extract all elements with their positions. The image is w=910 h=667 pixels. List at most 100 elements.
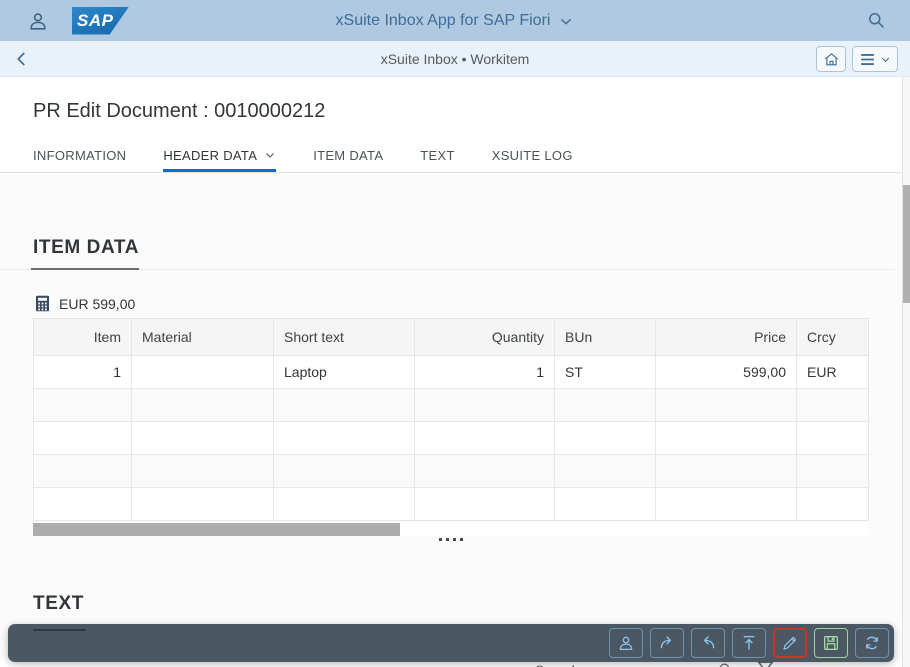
upload-button[interactable] xyxy=(732,628,766,658)
table-cell xyxy=(132,488,274,521)
table-cell xyxy=(797,389,869,422)
chevron-down-icon xyxy=(880,54,891,65)
table-header-row: ItemMaterialShort textQuantityBUnPriceCr… xyxy=(34,319,869,356)
tab-item-data[interactable]: ITEM DATA xyxy=(313,140,383,172)
table-cell xyxy=(555,422,656,455)
forward-icon xyxy=(658,634,676,652)
home-button[interactable] xyxy=(816,46,846,72)
column-header-material: Material xyxy=(132,319,274,356)
upload-icon xyxy=(740,634,758,652)
table-cell xyxy=(274,455,415,488)
table-cell xyxy=(656,488,797,521)
tab-header-data[interactable]: HEADER DATA xyxy=(163,140,276,172)
text-heading-underline xyxy=(33,629,86,631)
assign-user-button[interactable] xyxy=(609,628,643,658)
edit-button[interactable] xyxy=(773,628,807,658)
table-cell xyxy=(415,488,555,521)
vertical-scrollbar-thumb[interactable] xyxy=(903,185,910,303)
total-amount: EUR 599,00 xyxy=(59,296,135,312)
app-screen: SAP xSuite Inbox App for SAP Fiori xSuit… xyxy=(0,0,910,667)
search-input[interactable]: Search xyxy=(535,662,579,667)
tab-strip: INFORMATION HEADER DATA ITEM DATA TEXT X… xyxy=(0,140,902,173)
page-title: PR Edit Document : 0010000212 xyxy=(33,100,902,123)
table-row[interactable]: 1Laptop1ST599,00EUR xyxy=(34,356,869,389)
footer-toolbar xyxy=(8,624,894,662)
table-cell xyxy=(656,422,797,455)
content-area: ITEM DATA EUR 599,00 ItemMaterialShort t… xyxy=(0,237,902,615)
table-cell xyxy=(555,389,656,422)
total-amount-row: EUR 599,00 xyxy=(35,295,902,312)
column-header-price: Price xyxy=(656,319,797,356)
table-cell: 599,00 xyxy=(656,356,797,389)
table-cell xyxy=(797,488,869,521)
table-cell xyxy=(132,455,274,488)
hamburger-icon xyxy=(859,52,876,67)
column-header-short-text: Short text xyxy=(274,319,415,356)
save-button[interactable] xyxy=(814,628,848,658)
column-header-bun: BUn xyxy=(555,319,656,356)
table-cell xyxy=(415,389,555,422)
menu-button[interactable] xyxy=(852,46,898,72)
table-cell xyxy=(274,389,415,422)
table-cell xyxy=(34,389,132,422)
tab-information[interactable]: INFORMATION xyxy=(33,140,126,172)
user-icon xyxy=(617,634,635,652)
table-cell xyxy=(555,488,656,521)
edit-icon xyxy=(781,634,799,652)
table-cell xyxy=(34,422,132,455)
table-cell xyxy=(415,455,555,488)
column-header-item: Item xyxy=(34,319,132,356)
table-cell xyxy=(274,422,415,455)
app-title-menu[interactable]: xSuite Inbox App for SAP Fiori xyxy=(0,0,910,41)
calculator-icon xyxy=(35,295,50,312)
horizontal-scrollbar-thumb[interactable] xyxy=(33,523,400,536)
page-vertical-scrollbar xyxy=(902,77,910,667)
table-resize-grabber[interactable] xyxy=(438,538,464,541)
undo-icon xyxy=(699,634,717,652)
tab-text[interactable]: TEXT xyxy=(420,140,454,172)
column-header-crcy: Crcy xyxy=(797,319,869,356)
table-cell xyxy=(34,488,132,521)
table-cell: ST xyxy=(555,356,656,389)
table-cell xyxy=(656,389,797,422)
table-cell: 1 xyxy=(415,356,555,389)
tab-xsuite-log[interactable]: XSUITE LOG xyxy=(492,140,573,172)
section-divider xyxy=(0,268,902,270)
table-cell xyxy=(797,455,869,488)
object-header: PR Edit Document : 0010000212 xyxy=(0,77,902,140)
table-horizontal-scrollbar xyxy=(33,523,868,536)
shell-header: SAP xSuite Inbox App for SAP Fiori xyxy=(0,0,910,41)
table-row[interactable] xyxy=(34,389,869,422)
table-cell: 1 xyxy=(34,356,132,389)
table-row[interactable] xyxy=(34,455,869,488)
table-cell xyxy=(415,422,555,455)
column-header-quantity: Quantity xyxy=(415,319,555,356)
table-cell xyxy=(34,455,132,488)
chevron-down-icon xyxy=(558,13,574,29)
chevron-down-icon xyxy=(264,149,276,161)
table-row[interactable] xyxy=(34,488,869,521)
home-icon xyxy=(823,51,840,68)
refresh-button[interactable] xyxy=(855,628,889,658)
breadcrumb: xSuite Inbox • Workitem xyxy=(0,51,910,67)
app-title: xSuite Inbox App for SAP Fiori xyxy=(336,12,551,30)
search-icon[interactable] xyxy=(866,10,886,35)
undo-button[interactable] xyxy=(691,628,725,658)
table-cell xyxy=(132,356,274,389)
table-cell xyxy=(274,488,415,521)
table-cell xyxy=(656,455,797,488)
forward-button[interactable] xyxy=(650,628,684,658)
item-table: ItemMaterialShort textQuantityBUnPriceCr… xyxy=(33,318,869,521)
table-cell xyxy=(797,422,869,455)
nav-bar: xSuite Inbox • Workitem xyxy=(0,41,910,77)
table-cell: EUR xyxy=(797,356,869,389)
save-icon xyxy=(822,634,840,652)
text-section-title: TEXT xyxy=(33,593,902,615)
table-row[interactable] xyxy=(34,422,869,455)
table-cell xyxy=(132,389,274,422)
item-data-section-title: ITEM DATA xyxy=(33,237,902,259)
refresh-icon xyxy=(863,634,881,652)
table-cell xyxy=(132,422,274,455)
table-cell: Laptop xyxy=(274,356,415,389)
table-cell xyxy=(555,455,656,488)
